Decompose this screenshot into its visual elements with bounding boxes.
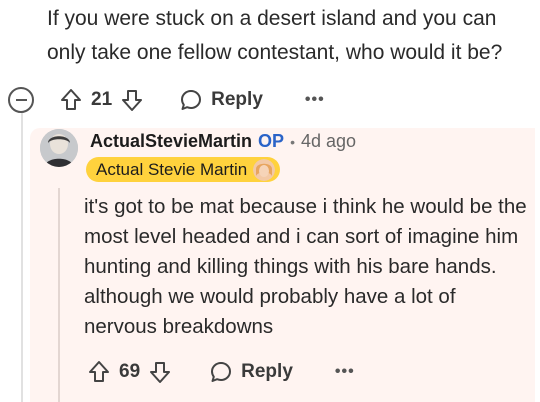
parent-comment-text: If you were stuck on a desert island and… [47,7,503,64]
reply-label: Reply [241,361,293,382]
meta-separator: • [290,134,295,150]
parent-reply-button[interactable]: Reply [179,88,263,112]
more-icon[interactable]: ••• [305,91,325,109]
user-flair: Actual Stevie Martin [86,157,281,182]
avatar[interactable] [40,129,78,167]
downvote-icon[interactable] [121,88,143,112]
parent-comment-actions: 21 Reply ••• [8,86,325,114]
parent-vote-count: 21 [91,89,113,110]
reply-comment-actions: 69 Reply ••• [88,358,355,386]
parent-reply-label: Reply [211,89,263,110]
upvote-icon[interactable] [88,360,110,384]
op-badge: OP [258,131,285,151]
upvote-icon[interactable] [60,88,82,112]
downvote-icon[interactable] [149,360,171,384]
username-link[interactable]: ActualStevieMartin [90,131,252,152]
reply-comment-text: it's got to be mat because i think he wo… [84,195,527,338]
thread-line[interactable] [21,112,23,402]
comment-age: 4d ago [300,131,357,151]
reply-meta-row: ActualStevieMartin OP • 4d ago [90,131,356,152]
user-flair-label: Actual Stevie Martin [96,159,248,179]
more-icon[interactable]: ••• [335,363,355,381]
reply-button[interactable]: Reply [209,360,293,384]
reply-thread-line[interactable] [58,188,60,402]
comment-bubble-icon [209,360,233,384]
reply-vote-group: 69 [88,360,171,384]
reply-vote-count: 69 [119,361,141,382]
collapse-icon[interactable] [8,87,34,113]
parent-vote-group: 21 [60,88,143,112]
comment-bubble-icon [179,88,203,112]
flair-face-icon [253,158,276,181]
